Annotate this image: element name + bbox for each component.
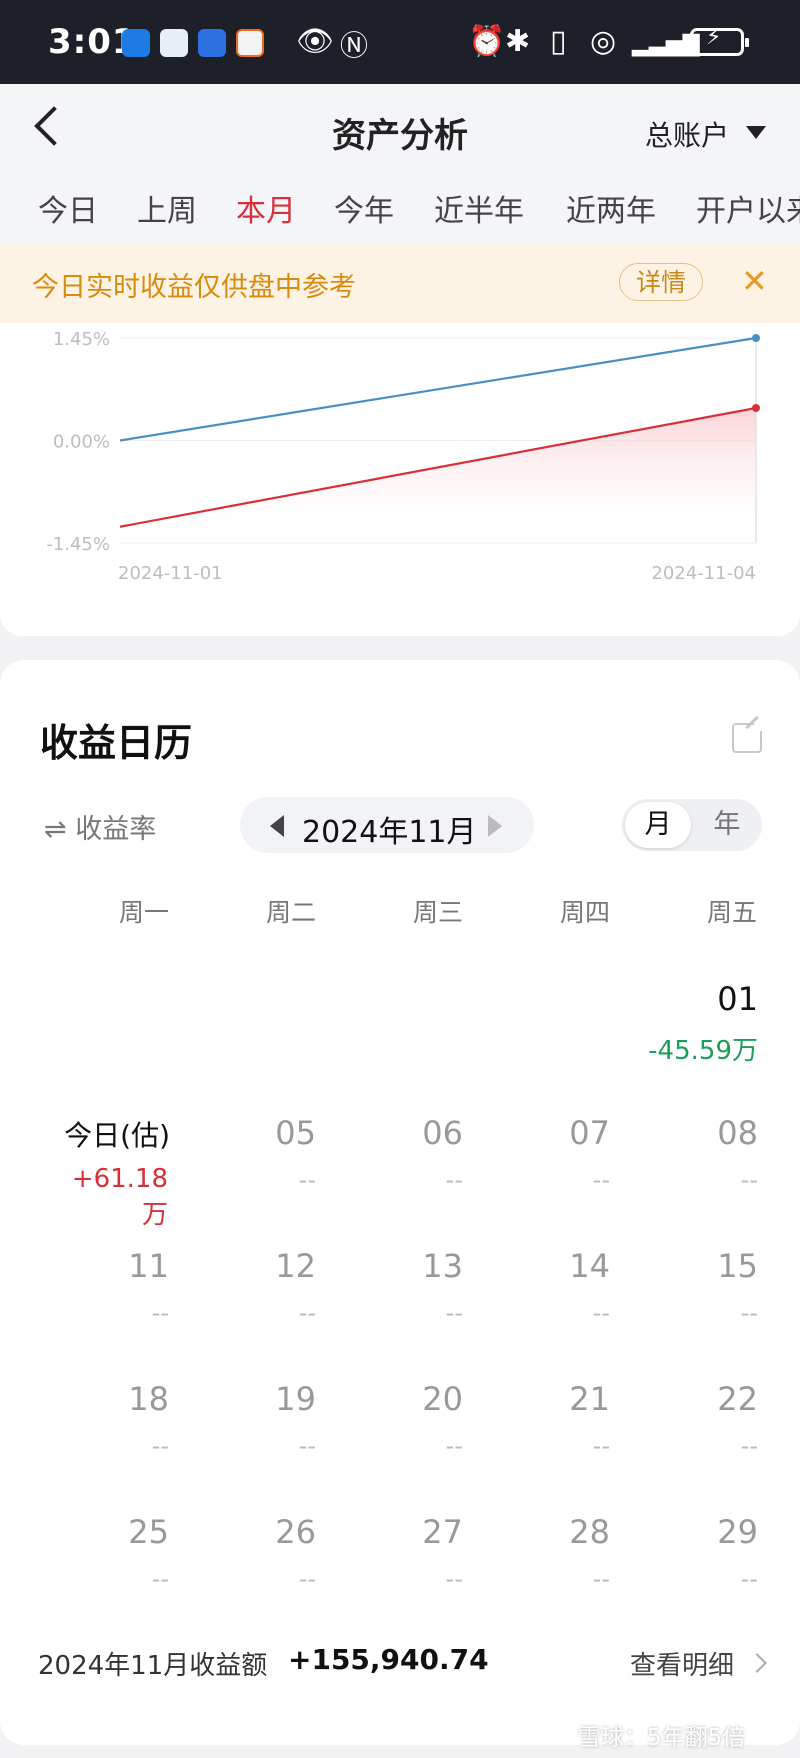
tab-today[interactable]: 今日 <box>38 186 98 230</box>
day-pnl: -- <box>298 1166 316 1194</box>
x-tick-label: 2024-11-04 <box>651 563 756 584</box>
eye-icon: 👁 <box>296 24 335 59</box>
series-end-point <box>752 334 760 342</box>
app-icon-4 <box>236 29 264 57</box>
calendar-day[interactable]: 07 <box>490 1114 610 1152</box>
day-pnl: -- <box>445 1166 463 1194</box>
day-pnl: -45.59万 <box>648 1036 758 1066</box>
calendar-day[interactable]: 15 <box>638 1247 758 1285</box>
y-tick-label: -1.45% <box>46 534 110 555</box>
chart-card: 1.45% 0.00% -1.45% 2024-11-01 2024-11-04 <box>0 323 800 636</box>
hotspot-icon: ◎ <box>590 24 617 59</box>
tab-this-year[interactable]: 今年 <box>334 186 394 230</box>
y-tick-label: 0.00% <box>53 432 110 453</box>
app-icon-2 <box>160 29 188 57</box>
calendar-day[interactable]: 13 <box>343 1247 463 1285</box>
day-pnl: -- <box>445 1299 463 1327</box>
view-details-link[interactable]: 查看明细 <box>630 1645 734 1682</box>
tab-since-opening[interactable]: 开户以来 <box>696 186 800 224</box>
status-bar: 3:01 👁 Ⓝ ⏰ ✱ ▯ ◎ ▂▃▅▇ ⚡ <box>0 0 800 84</box>
notice-text: 今日实时收益仅供盘中参考 <box>32 272 356 303</box>
day-pnl: -- <box>445 1565 463 1593</box>
month-label[interactable]: 2024年11月 <box>302 807 477 851</box>
day-pnl: -- <box>151 1565 169 1593</box>
calendar-day[interactable]: 29 <box>638 1513 758 1551</box>
day-pnl: -- <box>298 1565 316 1593</box>
day-pnl: -- <box>592 1299 610 1327</box>
monthly-income-value: +155,940.74 <box>288 1643 489 1676</box>
tab-this-month[interactable]: 本月 <box>236 186 296 230</box>
day-pnl: -- <box>592 1166 610 1194</box>
weekday-fri: 周五 <box>706 898 757 927</box>
calendar-day[interactable]: 21 <box>490 1380 610 1418</box>
calendar-day[interactable]: 08 <box>638 1114 758 1152</box>
calendar-day[interactable]: 27 <box>343 1513 463 1551</box>
app-icon-1 <box>122 29 150 57</box>
alarm-icon: ⏰ <box>468 24 506 59</box>
calendar-day[interactable]: 01 <box>638 980 758 1018</box>
calendar-day[interactable]: 05 <box>196 1114 316 1152</box>
day-pnl: -- <box>298 1432 316 1460</box>
calendar-day[interactable]: 06 <box>343 1114 463 1152</box>
tab-two-years[interactable]: 近两年 <box>566 186 656 230</box>
close-icon[interactable]: ✕ <box>741 262 768 300</box>
y-tick-label: 1.45% <box>53 329 110 350</box>
day-pnl: -- <box>151 1299 169 1327</box>
series-end-point <box>752 403 760 412</box>
day-pnl: -- <box>740 1565 758 1593</box>
day-pnl: -- <box>592 1432 610 1460</box>
weekday-thu: 周四 <box>559 898 610 927</box>
weekday-wed: 周三 <box>412 898 463 927</box>
next-month-icon[interactable] <box>488 815 502 837</box>
day-pnl: -- <box>298 1299 316 1327</box>
today-pnl: +61.18万 <box>71 1164 168 1230</box>
calendar-title: 收益日历 <box>40 721 193 765</box>
day-pnl: -- <box>740 1299 758 1327</box>
battery-icon: ⚡ <box>690 25 749 56</box>
calendar-day[interactable]: 14 <box>490 1247 610 1285</box>
detail-button[interactable]: 详情 <box>619 263 703 301</box>
calendar-day[interactable]: 19 <box>196 1380 316 1418</box>
dropdown-arrow-icon[interactable] <box>746 126 766 139</box>
calendar-day[interactable]: 25 <box>49 1513 169 1551</box>
day-pnl: -- <box>592 1565 610 1593</box>
weekday-tue: 周二 <box>265 898 316 927</box>
calendar-day[interactable]: 28 <box>490 1513 610 1551</box>
tab-last-week[interactable]: 上周 <box>137 186 197 230</box>
vibrate-icon: ▯ <box>550 24 567 59</box>
app-icon-3 <box>198 29 226 57</box>
series-area <box>120 407 756 543</box>
day-pnl: -- <box>445 1432 463 1460</box>
bluetooth-icon: ✱ <box>505 24 531 59</box>
today-label[interactable]: 今日(估) <box>10 1114 170 1154</box>
tab-clip: 开户以来 <box>696 180 800 224</box>
monthly-income-label: 2024年11月收益额 <box>38 1651 268 1681</box>
rate-toggle[interactable]: ⇌ 收益率 <box>44 807 156 846</box>
weekday-mon: 周一 <box>118 898 169 927</box>
nfc-icon: Ⓝ <box>340 29 369 62</box>
calendar-day[interactable]: 18 <box>49 1380 169 1418</box>
calendar-day[interactable]: 11 <box>49 1247 169 1285</box>
tab-half-year[interactable]: 近半年 <box>434 186 524 230</box>
day-pnl: -- <box>740 1432 758 1460</box>
calendar-day[interactable]: 26 <box>196 1513 316 1551</box>
day-pnl: -- <box>740 1166 758 1194</box>
watermark: 雪球：5年翻5倍 <box>578 1725 746 1751</box>
calendar-day[interactable]: 22 <box>638 1380 758 1418</box>
account-selector[interactable]: 总账户 <box>645 114 729 154</box>
segment-year[interactable]: 年 <box>695 802 759 848</box>
x-tick-label: 2024-11-01 <box>118 563 223 584</box>
return-chart: 1.45% 0.00% -1.45% 2024-11-01 2024-11-04 <box>46 329 760 584</box>
day-pnl: -- <box>151 1432 169 1460</box>
calendar-day[interactable]: 20 <box>343 1380 463 1418</box>
segment-month[interactable]: 月 <box>625 802 691 848</box>
calendar-day[interactable]: 12 <box>196 1247 316 1285</box>
prev-month-icon[interactable] <box>270 815 284 837</box>
